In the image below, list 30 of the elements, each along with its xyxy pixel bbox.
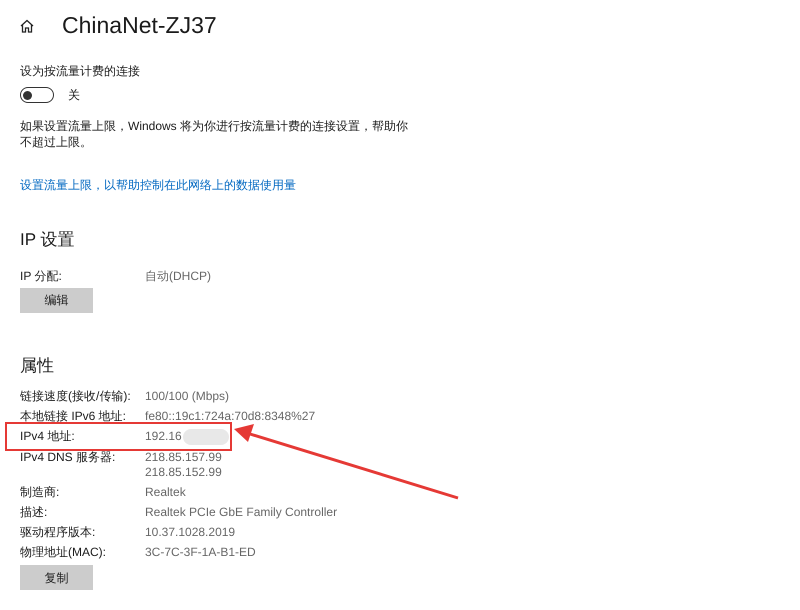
property-value: 自动(DHCP)	[145, 268, 211, 284]
edit-button[interactable]: 编辑	[20, 288, 93, 312]
property-label: 本地链接 IPv6 地址:	[20, 409, 128, 424]
property-value: 218.85.152.99	[145, 465, 222, 480]
property-label: IPv4 DNS 服务器:	[20, 450, 116, 466]
property-value: 192.16	[145, 429, 182, 444]
page-title: ChinaNet-ZJ37	[62, 11, 217, 40]
property-label: 驱动程序版本:	[20, 525, 96, 540]
toggle-state: 关	[68, 87, 80, 104]
section-heading: 属性	[20, 354, 55, 376]
property-value: Realtek PCIe GbE Family Controller	[145, 505, 338, 520]
home-icon[interactable]	[20, 19, 34, 33]
property-label: 描述:	[20, 505, 48, 520]
property-value: 3C-7C-3F-1A-B1-ED	[145, 545, 256, 560]
property-value: Realtek	[145, 485, 186, 500]
property-label: 链接速度(接收/传输):	[20, 389, 132, 404]
section-heading: IP 设置	[20, 229, 76, 251]
property-label: 制造商:	[20, 485, 60, 500]
property-value: fe80::19c1:724a:70d8:8348%27	[145, 409, 316, 424]
property-value: 218.85.157.99	[145, 450, 222, 465]
property-value: 10.37.1028.2019	[145, 525, 236, 540]
description-text: 如果设置流量上限，Windows 将为你进行按流量计费的连接设置，帮助你不超过上限。	[20, 118, 410, 150]
copy-button[interactable]: 复制	[20, 565, 93, 590]
data-limit-link[interactable]: 设置流量上限，以帮助控制在此网络上的数据使用量	[20, 176, 800, 194]
toggle-switch[interactable]	[20, 87, 54, 103]
property-label: IP 分配:	[20, 268, 63, 284]
setting-label: 设为按流量计费的连接	[20, 63, 141, 80]
property-label: 物理地址(MAC):	[20, 545, 107, 560]
property-value: 100/100 (Mbps)	[145, 389, 230, 404]
property-label: IPv4 地址:	[20, 429, 76, 445]
